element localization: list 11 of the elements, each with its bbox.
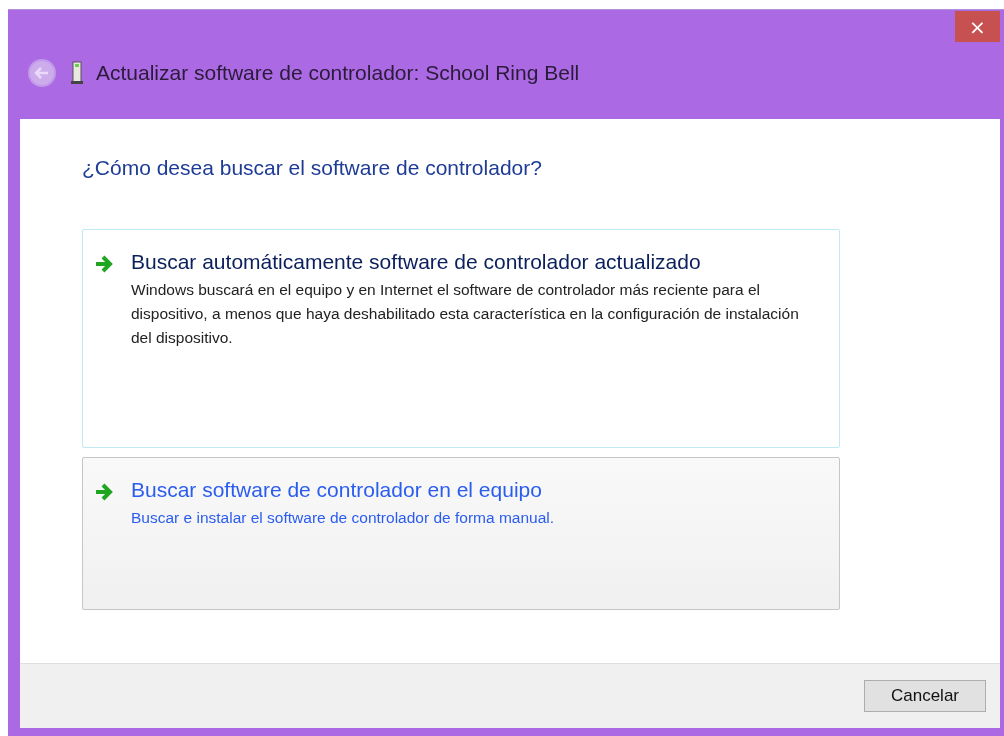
command-link[interactable]: Buscar software de controlador en el equipo Buscar e instalar el software de controlador de forma manual. — [82, 457, 840, 610]
command-link[interactable] — [82, 229, 840, 448]
cancel-button[interactable]: Cancelar — [864, 680, 986, 712]
option-description: Buscar e instalar el software de controlador de forma manual. — [131, 508, 556, 528]
device-icon — [70, 61, 84, 85]
page-heading: ¿Cómo desea buscar el software de controlador? — [82, 156, 543, 180]
option-title: Buscar software de controlador en el equipo — [131, 478, 543, 502]
option-description: Windows buscará en el equipo y en Internet el software de controlador más reciente para el dispositivo, a menos que haya deshabilitado esta característica en la configuración de instalación del dispositivo. — [131, 280, 800, 348]
close-button[interactable]: × — [955, 11, 1000, 42]
option-title: Buscar automáticamente software de controlador actualizado — [131, 250, 702, 274]
window-title: Actualizar software de controlador: School Ring Bell — [96, 61, 580, 85]
